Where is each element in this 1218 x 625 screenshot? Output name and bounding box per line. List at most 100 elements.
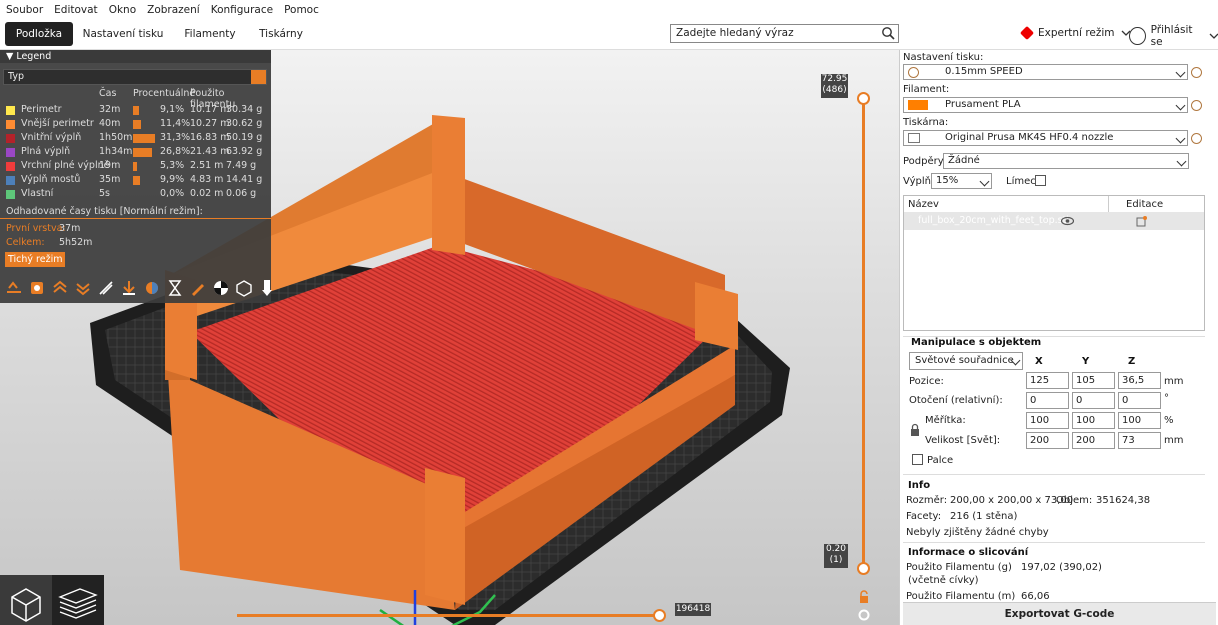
mode-selector[interactable]: Expertní režim — [1019, 25, 1131, 41]
move-slider-knob[interactable] — [653, 609, 666, 622]
lock-icon[interactable] — [857, 590, 871, 604]
printer-icon — [908, 133, 920, 143]
coords-select[interactable]: Světové souřadnice — [909, 352, 1023, 370]
wipe-icon[interactable] — [27, 278, 50, 300]
shells-icon[interactable] — [234, 278, 257, 300]
lower-layer-knob[interactable] — [857, 562, 870, 575]
legend-weight: 7.49 g — [226, 160, 257, 171]
legend-time: 1h50m — [99, 132, 133, 143]
menu-window[interactable]: Okno — [109, 4, 136, 16]
legend-percent-bar — [133, 176, 140, 185]
color-change-icon[interactable] — [142, 278, 165, 300]
legend-row: Vnější perimetr 40m 11,4% 10.27 m 30.62 g — [6, 118, 268, 132]
position-z-input[interactable]: 36,5 — [1118, 372, 1161, 389]
custom-gcode-icon[interactable] — [188, 278, 211, 300]
upper-layer-knob[interactable] — [857, 92, 870, 105]
center-of-gravity-icon[interactable] — [211, 278, 234, 300]
tab-printers[interactable]: Tiskárny — [255, 22, 307, 46]
3d-view-button[interactable] — [0, 575, 52, 625]
legend-toolbar — [4, 278, 280, 300]
legend-length: 2.51 m — [190, 160, 224, 171]
pause-icon[interactable] — [165, 278, 188, 300]
legend-swatch — [6, 106, 15, 115]
tab-filaments[interactable]: Filamenty — [180, 22, 240, 46]
move-slider-track[interactable] — [237, 614, 661, 617]
settings-gear-icon[interactable] — [1191, 133, 1202, 144]
rotation-label: Otočení (relativní): — [909, 395, 1003, 406]
rotation-z-input[interactable]: 0 — [1118, 392, 1161, 409]
size-z-input[interactable]: 73 — [1118, 432, 1161, 449]
travel-icon[interactable] — [4, 278, 27, 300]
position-x-input[interactable]: 125 — [1026, 372, 1069, 389]
export-gcode-button[interactable]: Exportovat G-code — [903, 602, 1216, 625]
deretraction-icon[interactable] — [73, 278, 96, 300]
settings-gear-icon[interactable] — [1191, 67, 1202, 78]
info-errors: Nebyly zjištěny žádné chyby — [906, 527, 1049, 538]
menu-edit[interactable]: Editovat — [54, 4, 98, 16]
menu-configuration[interactable]: Konfigurace — [211, 4, 273, 16]
legend-swatch — [6, 162, 15, 171]
legend-weight: 30.34 g — [226, 104, 263, 115]
menu-view[interactable]: Zobrazení — [147, 4, 200, 16]
rotation-y-input[interactable]: 0 — [1072, 392, 1115, 409]
printer-select[interactable]: Original Prusa MK4S HF0.4 nozzle — [903, 130, 1188, 146]
info-facets-value: 216 (1 stěna) — [950, 511, 1018, 522]
settings-gear-icon[interactable] — [1191, 100, 1202, 111]
supports-select[interactable]: Žádné — [943, 153, 1189, 169]
scale-x-input[interactable]: 100 — [1026, 412, 1069, 429]
used-m-value: 66,06 — [1021, 591, 1050, 602]
layer-slider-track[interactable] — [862, 96, 865, 570]
scale-label: Měřítka: — [925, 415, 966, 426]
brim-checkbox[interactable] — [1035, 175, 1046, 186]
y-axis-label: Y — [1082, 356, 1090, 367]
search-input[interactable]: Zadejte hledaný výraz — [670, 24, 899, 43]
printer-label: Tiskárna: — [903, 117, 949, 128]
scale-y-input[interactable]: 100 — [1072, 412, 1115, 429]
legend-percent: 31,3% — [160, 132, 191, 143]
legend-percent-bar — [133, 162, 137, 171]
scale-z-input[interactable]: 100 — [1118, 412, 1161, 429]
tab-plater[interactable]: Podložka — [5, 22, 73, 46]
manip-title: Manipulace s objektem — [911, 337, 1042, 348]
edit-icon[interactable] — [1136, 215, 1148, 227]
legend-divider — [0, 218, 271, 219]
legend-feature-name: Plná výplň — [21, 146, 71, 157]
menu-help[interactable]: Pomoc — [284, 4, 319, 16]
inches-checkbox[interactable] — [912, 454, 923, 465]
seams-icon[interactable] — [96, 278, 119, 300]
menu-bar: Soubor Editovat Okno Zobrazení Konfigura… — [0, 0, 1218, 19]
divider — [903, 542, 1205, 543]
size-unit: mm — [1164, 435, 1184, 446]
preview-view-button[interactable] — [52, 575, 104, 625]
position-label: Pozice: — [909, 376, 944, 387]
infill-select[interactable]: 15% — [931, 173, 992, 189]
info-size-value: 200,00 x 200,00 x 73,00 — [950, 495, 1074, 506]
legend-panel: ▼ Legend Typ Čas Procentuálně Použito fi… — [0, 50, 272, 303]
legend-time: 35m — [99, 174, 121, 185]
search-icon[interactable] — [881, 26, 895, 40]
quiet-mode-button[interactable]: Tichý režim — [5, 252, 66, 267]
size-x-input[interactable]: 200 — [1026, 432, 1069, 449]
legend-view-type-select[interactable]: Typ — [3, 69, 267, 85]
legend-header[interactable]: ▼ Legend — [0, 50, 271, 63]
login-button[interactable]: Přihlásit se — [1129, 24, 1218, 48]
retraction-icon[interactable] — [50, 278, 73, 300]
tool-change-icon[interactable] — [119, 278, 142, 300]
object-row[interactable]: full_box_20cm_with_feet_top.stl — [904, 212, 1204, 230]
size-y-input[interactable]: 200 — [1072, 432, 1115, 449]
lock-icon[interactable] — [909, 423, 921, 437]
eye-icon[interactable] — [1061, 216, 1074, 226]
rotation-x-input[interactable]: 0 — [1026, 392, 1069, 409]
x-axis-label: X — [1035, 356, 1043, 367]
settings-gear-icon[interactable] — [857, 608, 871, 622]
print-settings-select[interactable]: 0.15mm SPEED — [903, 64, 1188, 80]
legend-row: Plná výplň 1h34m 26,8% 21.43 m 63.92 g — [6, 146, 268, 160]
tool-marker-icon[interactable] — [257, 278, 280, 300]
list-col-name: Název — [908, 199, 939, 210]
search-placeholder: Zadejte hledaný výraz — [676, 27, 794, 39]
filament-select[interactable]: Prusament PLA — [903, 97, 1188, 113]
used-g-label: Použito Filamentu (g) — [906, 562, 1012, 573]
position-y-input[interactable]: 105 — [1072, 372, 1115, 389]
menu-file[interactable]: Soubor — [6, 4, 43, 16]
tab-print-settings[interactable]: Nastavení tisku — [82, 22, 164, 46]
